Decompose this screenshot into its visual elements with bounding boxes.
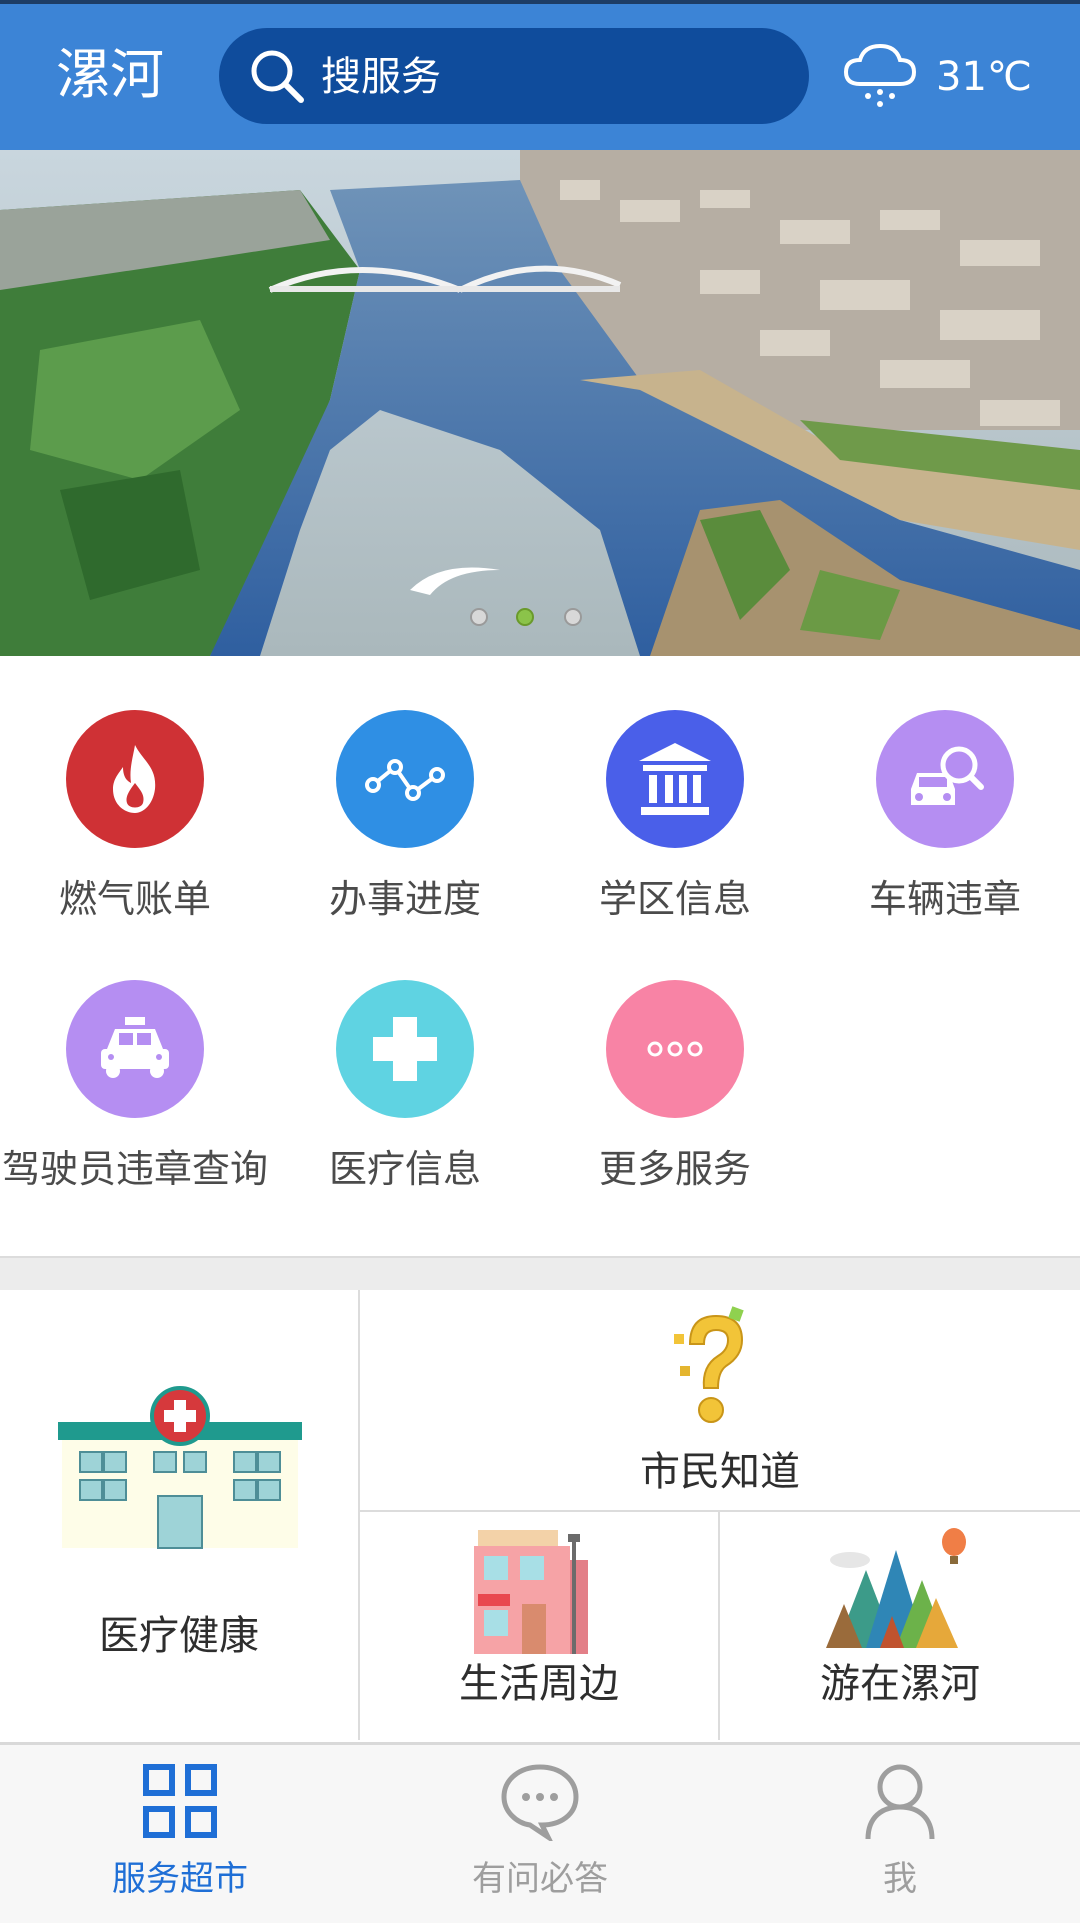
app-header: 漯河 搜服务 31℃ <box>0 0 1080 150</box>
tile-label: 游在漯河 <box>820 1661 980 1707</box>
car-search-icon <box>911 746 984 805</box>
service-label: 更多服务 <box>598 1147 751 1191</box>
tile-label: 医疗健康 <box>99 1613 259 1659</box>
banner-image <box>0 150 1080 656</box>
tile-health[interactable]: 医疗健康 <box>0 1290 358 1740</box>
service-label: 医疗信息 <box>328 1147 481 1191</box>
service-icon-circle <box>336 980 474 1118</box>
search-placeholder: 搜服务 <box>321 54 441 100</box>
service-label: 燃气账单 <box>58 877 211 921</box>
nav-label: 服务超市 <box>112 1859 248 1899</box>
cloud-rain-icon[interactable] <box>840 38 920 114</box>
feature-tiles: 医疗健康 市民知道 生活周边 游在漯河 <box>0 1290 1080 1740</box>
service-icon-circle <box>66 980 204 1118</box>
taxi-icon <box>101 1017 169 1078</box>
service-more[interactable]: 更多服务 <box>540 926 810 1196</box>
status-bar-strip <box>0 0 1080 4</box>
carousel-dots <box>0 608 1080 628</box>
tile-tour[interactable]: 游在漯河 <box>720 1512 1080 1740</box>
service-medical-info[interactable]: 医疗信息 <box>270 926 540 1196</box>
grid-icon <box>143 1764 217 1838</box>
service-icon-circle <box>606 710 744 848</box>
section-divider <box>0 1256 1080 1294</box>
school-building-icon <box>639 743 711 815</box>
person-icon <box>865 1764 935 1840</box>
progress-line-icon <box>365 759 445 801</box>
nav-tab-me[interactable]: 我 <box>720 1745 1080 1923</box>
nav-label: 有问必答 <box>472 1859 608 1899</box>
service-icon-circle <box>66 710 204 848</box>
service-icon-circle <box>876 710 1014 848</box>
service-school-district[interactable]: 学区信息 <box>540 656 810 926</box>
shop-icon <box>474 1530 588 1654</box>
tile-life-around[interactable]: 生活周边 <box>360 1512 718 1740</box>
nav-label: 我 <box>883 1859 917 1899</box>
search-icon <box>251 50 304 103</box>
city-selector[interactable]: 漯河 <box>56 40 164 110</box>
flame-icon <box>113 745 156 813</box>
service-label: 驾驶员违章查询 <box>1 1147 268 1191</box>
nav-tab-service-market[interactable]: 服务超市 <box>0 1745 360 1923</box>
nav-tab-qa[interactable]: 有问必答 <box>360 1745 720 1923</box>
service-gas-bill[interactable]: 燃气账单 <box>0 656 270 926</box>
service-vehicle-violation[interactable]: 车辆违章 <box>810 656 1080 926</box>
service-label: 办事进度 <box>328 877 481 921</box>
search-bar[interactable]: 搜服务 <box>219 28 809 124</box>
service-icon-circle <box>606 980 744 1118</box>
service-driver-violation[interactable]: 驾驶员违章查询 <box>0 926 270 1196</box>
tile-citizen-know[interactable]: 市民知道 <box>360 1290 1080 1510</box>
temperature-text: 31℃ <box>936 54 1032 100</box>
service-icon-circle <box>336 710 474 848</box>
medical-cross-icon <box>373 1017 437 1081</box>
question-mark-icon <box>674 1306 744 1423</box>
hospital-icon <box>58 1386 302 1549</box>
more-dots-icon <box>647 1041 703 1057</box>
banner-carousel[interactable] <box>0 150 1080 656</box>
chat-bubble-icon <box>501 1764 579 1841</box>
tile-label: 市民知道 <box>640 1449 800 1495</box>
carousel-dot[interactable] <box>470 608 488 626</box>
mountains-icon <box>826 1528 966 1648</box>
bottom-nav-bar: 服务超市 有问必答 我 <box>0 1742 1080 1923</box>
carousel-dot-active[interactable] <box>516 608 534 626</box>
tile-label: 生活周边 <box>459 1661 619 1707</box>
carousel-dot[interactable] <box>564 608 582 626</box>
service-grid: 燃气账单 办事进度 学区信息 车辆违章 驾驶员违章查询 医疗信息 更多服务 <box>0 656 1080 1256</box>
service-progress[interactable]: 办事进度 <box>270 656 540 926</box>
service-label: 车辆违章 <box>868 877 1021 921</box>
service-label: 学区信息 <box>598 877 751 921</box>
